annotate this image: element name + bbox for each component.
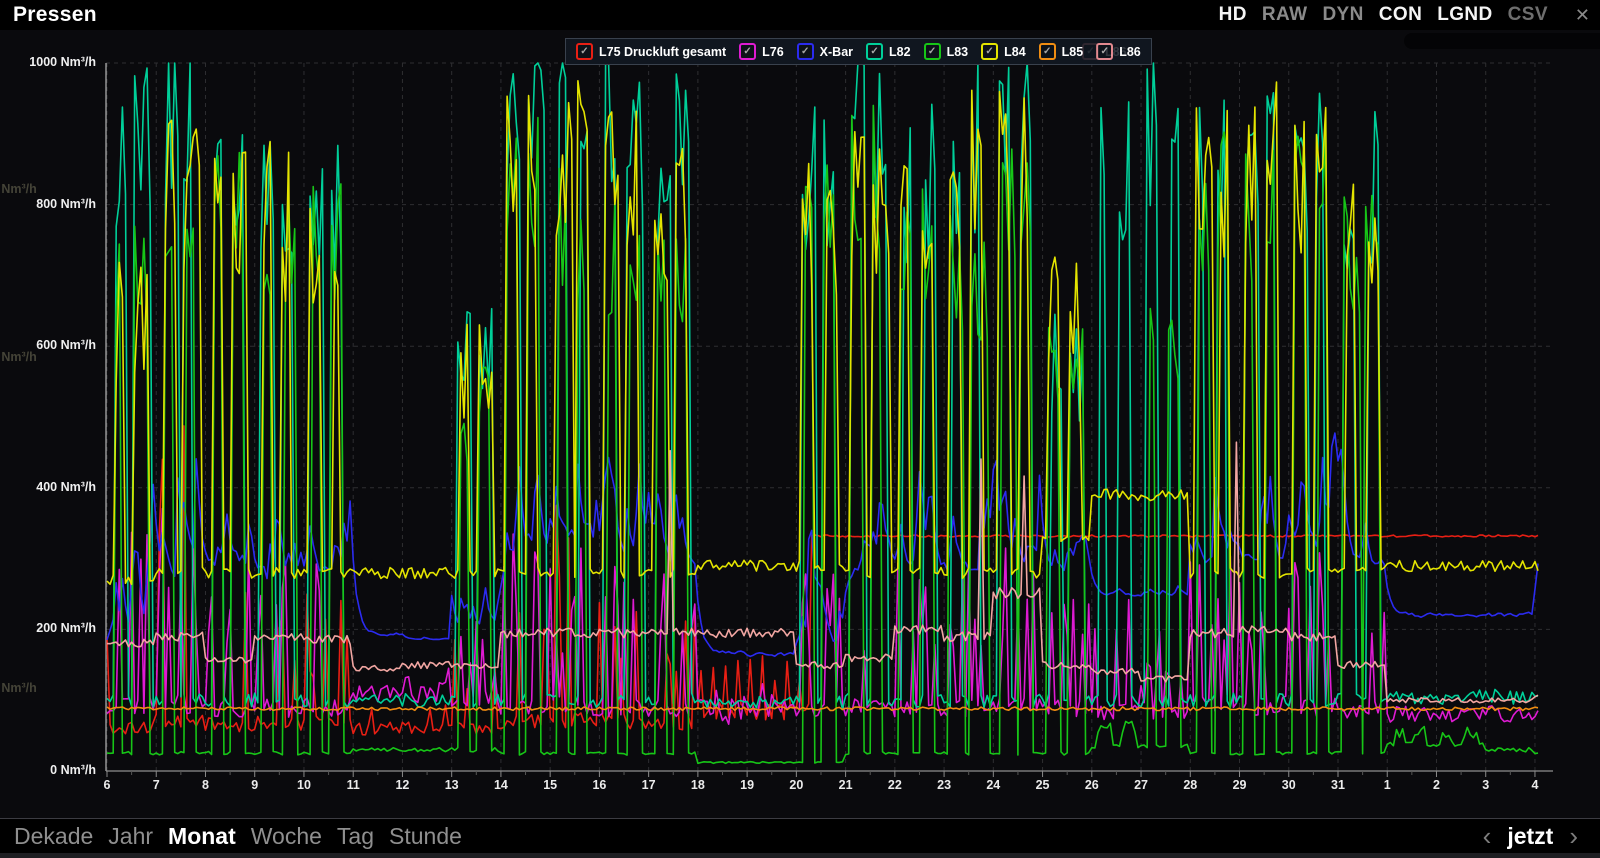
x-tick-label: 23 — [922, 778, 966, 792]
x-tick-label: 11 — [331, 778, 375, 792]
legend-label: L75 Druckluft gesamt — [599, 45, 726, 59]
y-tick-label: 400 Nm³/h — [0, 480, 96, 494]
x-tick-label: 28 — [1168, 778, 1212, 792]
legend-item-l75-druckluft-gesamt[interactable]: ✓ L75 Druckluft gesamt — [576, 43, 726, 60]
legend-item-l85[interactable]: ✓ L85 — [1039, 43, 1084, 60]
legend-label: L84 — [1004, 45, 1026, 59]
legend-item-l86: ✓ L86 — [1082, 43, 1127, 60]
next-button[interactable]: › — [1569, 826, 1578, 846]
top-menu: HD RAW DYN CON LGND CSV — [1219, 4, 1558, 26]
check-icon: ✓ — [870, 47, 878, 57]
legend-checkbox[interactable]: ✓ — [866, 43, 883, 60]
x-tick-label: 31 — [1316, 778, 1360, 792]
chart-panel: 1000 Nm³/h800 Nm³/h600 Nm³/h400 Nm³/h200… — [0, 30, 1600, 818]
x-tick-label: 26 — [1070, 778, 1114, 792]
legend-item-l83[interactable]: ✓ L83 — [924, 43, 969, 60]
menu-item-hd[interactable]: HD — [1219, 4, 1247, 26]
x-tick-label: 14 — [479, 778, 523, 792]
x-tick-label: 9 — [233, 778, 277, 792]
menu-item-con[interactable]: CON — [1379, 4, 1422, 26]
range-jahr[interactable]: Jahr — [108, 823, 153, 850]
range-woche[interactable]: Woche — [251, 823, 322, 850]
legend-checkbox[interactable]: ✓ — [924, 43, 941, 60]
x-tick-label: 10 — [282, 778, 326, 792]
range-monat[interactable]: Monat — [168, 823, 236, 850]
check-icon: ✓ — [928, 47, 936, 57]
legend-label: L76 — [762, 45, 784, 59]
x-tick-label: 4 — [1513, 778, 1557, 792]
check-icon: ✓ — [580, 47, 588, 57]
x-tick-label: 19 — [725, 778, 769, 792]
legend-item-l84[interactable]: ✓ L84 — [981, 43, 1026, 60]
x-tick-label: 7 — [134, 778, 178, 792]
check-icon: ✓ — [743, 47, 751, 57]
prev-button[interactable]: ‹ — [1483, 826, 1492, 846]
x-tick-label: 25 — [1021, 778, 1065, 792]
x-tick-label: 2 — [1414, 778, 1458, 792]
menu-item-csv[interactable]: CSV — [1508, 4, 1548, 26]
app-window: Pressen HD RAW DYN CON LGND CSV ✕ 1000 Nm³/h 8… — [0, 0, 1600, 858]
menu-item-dyn[interactable]: DYN — [1322, 4, 1363, 26]
bottom-toolbar: Dekade Jahr Monat Woche Tag Stunde ‹ jetzt › — [0, 818, 1600, 853]
x-tick-label: 15 — [528, 778, 572, 792]
x-tick-label: 21 — [824, 778, 868, 792]
legend-checkbox[interactable]: ✓ — [739, 43, 756, 60]
check-icon: ✓ — [1086, 47, 1094, 57]
legend-label: L86 — [1105, 45, 1127, 59]
range-tag[interactable]: Tag — [337, 823, 374, 850]
y-tick-label: 1000 Nm³/h — [0, 55, 96, 69]
close-icon[interactable]: ✕ — [1573, 5, 1590, 26]
x-tick-label: 27 — [1119, 778, 1163, 792]
x-tick-label: 20 — [774, 778, 818, 792]
page-title: Pressen — [0, 3, 97, 27]
legend-label: L83 — [947, 45, 969, 59]
range-dekade[interactable]: Dekade — [14, 823, 93, 850]
legend-checkbox[interactable]: ✓ — [981, 43, 998, 60]
x-tick-label: 22 — [873, 778, 917, 792]
x-tick-label: 16 — [577, 778, 621, 792]
next-widget-edge — [0, 853, 1600, 858]
legend-item-x-bar[interactable]: ✓ X-Bar — [797, 43, 853, 60]
legend-label: L85 — [1062, 45, 1084, 59]
chart-legend: ✓L75 Druckluft gesamt✓L76✓X-Bar✓L82✓L83✓… — [565, 38, 1152, 65]
y-tick-label: 800 Nm³/h — [0, 197, 96, 211]
x-tick-label: 30 — [1267, 778, 1311, 792]
legend-checkbox[interactable]: ✓ — [576, 43, 593, 60]
check-icon: ✓ — [985, 47, 993, 57]
legend-item-l82[interactable]: ✓ L82 — [866, 43, 911, 60]
time-nav-group: ‹ jetzt › — [1483, 823, 1600, 850]
check-icon: ✓ — [1043, 47, 1051, 57]
x-tick-label: 8 — [183, 778, 227, 792]
x-tick-label: 29 — [1218, 778, 1262, 792]
title-bar: Pressen HD RAW DYN CON LGND CSV ✕ — [0, 0, 1600, 30]
range-stunde[interactable]: Stunde — [389, 823, 462, 850]
x-tick-label: 6 — [85, 778, 129, 792]
check-icon: ✓ — [801, 47, 809, 57]
x-tick-label: 1 — [1365, 778, 1409, 792]
y-tick-label: 200 Nm³/h — [0, 621, 96, 635]
y-tick-label: 600 Nm³/h — [0, 338, 96, 352]
legend-checkbox[interactable]: ✓ — [797, 43, 814, 60]
menu-item-raw[interactable]: RAW — [1262, 4, 1308, 26]
menu-item-lgnd[interactable]: LGND — [1437, 4, 1492, 26]
time-range-group: Dekade Jahr Monat Woche Tag Stunde — [0, 823, 462, 850]
x-tick-label: 13 — [430, 778, 474, 792]
legend-checkbox[interactable]: ✓ — [1039, 43, 1056, 60]
legend-label: L82 — [889, 45, 911, 59]
x-tick-label: 12 — [380, 778, 424, 792]
y-tick-label: 0 Nm³/h — [0, 763, 96, 777]
x-tick-label: 18 — [676, 778, 720, 792]
legend-ghost-item: ✓ L86 — [1082, 43, 1127, 60]
x-tick-label: 3 — [1464, 778, 1508, 792]
legend-label: X-Bar — [820, 45, 853, 59]
chart-plot[interactable] — [0, 30, 1600, 818]
legend-item-l76[interactable]: ✓ L76 — [739, 43, 784, 60]
legend-checkbox: ✓ — [1082, 43, 1099, 60]
x-tick-label: 24 — [971, 778, 1015, 792]
now-button[interactable]: jetzt — [1507, 823, 1553, 850]
x-tick-label: 17 — [627, 778, 671, 792]
